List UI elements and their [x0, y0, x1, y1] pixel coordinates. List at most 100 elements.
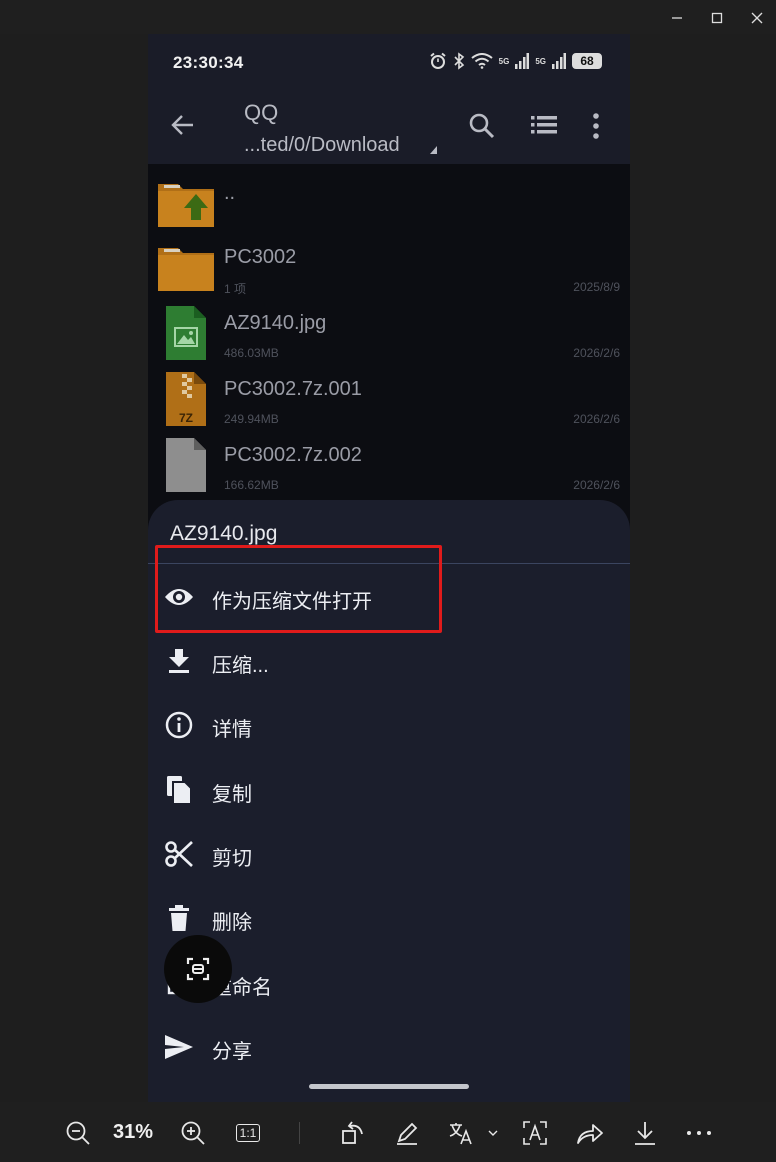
- menu-label: 分享: [212, 1041, 252, 1063]
- menu-cut[interactable]: 剪切: [148, 825, 630, 883]
- window-titlebar: [0, 0, 776, 34]
- more-options-button[interactable]: [592, 112, 600, 145]
- back-arrow-icon: [171, 115, 193, 135]
- menu-label: 详情: [212, 719, 252, 741]
- image-file-icon: [166, 306, 206, 360]
- file-date: 2026/2/6: [573, 412, 620, 426]
- list-item-file[interactable]: 7Z PC3002.7z.001 249.94MB 2026/2/6: [148, 366, 630, 432]
- rotate-icon: [342, 1121, 363, 1144]
- scan-icon: [186, 957, 210, 981]
- menu-label: 复制: [212, 784, 252, 806]
- file-date: 2026/2/6: [573, 478, 620, 492]
- status-bar: 23:30:34 5G 5G 68: [148, 34, 630, 90]
- folder-title: QQ: [244, 100, 279, 125]
- archive-file-icon: 7Z: [166, 372, 206, 426]
- wifi-icon: [471, 53, 493, 69]
- text-recognition-icon: [523, 1121, 547, 1145]
- list-item-folder[interactable]: PC3002 1 项 2025/8/9: [148, 234, 630, 300]
- file-size: 486.03MB: [224, 346, 279, 360]
- list-item-parent[interactable]: ..: [148, 170, 630, 236]
- signal-icon: [515, 53, 530, 69]
- pen-icon: [397, 1122, 418, 1145]
- translate-icon: [449, 1123, 498, 1145]
- menu-label: 删除: [212, 912, 252, 934]
- actual-size-icon: 1:1: [235, 1124, 261, 1142]
- folder-up-icon: [158, 184, 214, 227]
- close-icon: [751, 12, 763, 24]
- archive-badge: 7Z: [179, 411, 193, 425]
- zoom-level: 31%: [113, 1121, 154, 1143]
- actual-size-button[interactable]: 1:1: [233, 1118, 263, 1148]
- more-vertical-icon: [593, 113, 599, 139]
- save-button[interactable]: [630, 1118, 660, 1148]
- battery-indicator: 68: [572, 53, 602, 69]
- menu-delete[interactable]: 删除: [148, 889, 630, 947]
- folder-icon: [158, 248, 214, 291]
- file-name: ..: [224, 182, 236, 204]
- download-icon: [164, 646, 194, 676]
- status-time: 23:30:34: [173, 53, 244, 72]
- more-horizontal-icon: [687, 1131, 711, 1135]
- maximize-button[interactable]: [700, 6, 734, 30]
- copy-icon: [164, 775, 194, 805]
- list-view-icon: [531, 116, 557, 134]
- zoom-in-icon: [181, 1121, 205, 1145]
- app-toolbar: QQ ...ted/0/Download: [148, 90, 630, 164]
- share-button[interactable]: [575, 1118, 605, 1148]
- send-icon: [164, 1032, 194, 1062]
- search-button[interactable]: [468, 112, 496, 145]
- file-name: AZ9140.jpg: [224, 312, 327, 334]
- zoom-in-button[interactable]: [178, 1118, 208, 1148]
- file-name: PC3002.7z.001: [224, 378, 362, 400]
- minimize-button[interactable]: [660, 6, 694, 30]
- file-name: PC3002.7z.002: [224, 444, 362, 466]
- scissors-icon: [164, 839, 194, 869]
- share-icon: [577, 1124, 603, 1144]
- menu-share[interactable]: 分享: [148, 1018, 630, 1076]
- menu-label: 剪切: [212, 848, 252, 870]
- menu-label: 压缩...: [212, 655, 269, 677]
- menu-details[interactable]: 详情: [148, 696, 630, 754]
- status-icons: 5G 5G 68: [429, 52, 602, 70]
- close-button[interactable]: [740, 6, 774, 30]
- file-size: 249.94MB: [224, 412, 279, 426]
- search-icon: [469, 113, 495, 139]
- path-dropdown-icon[interactable]: [430, 146, 437, 154]
- generic-file-icon: [166, 438, 206, 492]
- more-button[interactable]: [684, 1118, 714, 1148]
- rotate-button[interactable]: [338, 1118, 368, 1148]
- trash-icon: [164, 903, 194, 933]
- signal-label-1: 5G: [498, 56, 510, 66]
- floating-scan-button[interactable]: [164, 935, 232, 1003]
- view-mode-button[interactable]: [531, 114, 557, 141]
- highlight-box: [155, 545, 442, 633]
- zoom-out-button[interactable]: [63, 1118, 93, 1148]
- bluetooth-icon: [454, 52, 464, 70]
- signal-icon: [552, 53, 566, 69]
- download-icon: [635, 1122, 655, 1145]
- file-date: 2026/2/6: [573, 346, 620, 360]
- ocr-button[interactable]: [520, 1118, 550, 1148]
- maximize-icon: [711, 12, 723, 24]
- toolbar-divider: [299, 1122, 300, 1144]
- sheet-title: AZ9140.jpg: [170, 522, 278, 545]
- folder-path[interactable]: ...ted/0/Download: [244, 134, 400, 157]
- alarm-icon: [430, 52, 446, 69]
- zoom-out-icon: [66, 1121, 90, 1145]
- file-name: PC3002: [224, 246, 297, 268]
- draw-button[interactable]: [392, 1118, 422, 1148]
- file-item-count: 1 项: [224, 282, 247, 296]
- viewer-toolbar: 31% 1:1: [0, 1102, 776, 1162]
- back-button[interactable]: [170, 112, 196, 143]
- minimize-icon: [672, 17, 682, 19]
- signal-label-2: 5G: [535, 56, 546, 66]
- menu-compress[interactable]: 压缩...: [148, 632, 630, 690]
- list-item-file[interactable]: PC3002.7z.002 166.62MB 2026/2/6: [148, 432, 630, 498]
- file-size: 166.62MB: [224, 478, 279, 492]
- list-item-file[interactable]: AZ9140.jpg 486.03MB 2026/2/6: [148, 300, 630, 366]
- home-indicator[interactable]: [309, 1084, 469, 1089]
- file-date: 2025/8/9: [573, 280, 620, 294]
- translate-button[interactable]: [445, 1118, 501, 1148]
- menu-copy[interactable]: 复制: [148, 761, 630, 819]
- info-icon: [164, 710, 194, 740]
